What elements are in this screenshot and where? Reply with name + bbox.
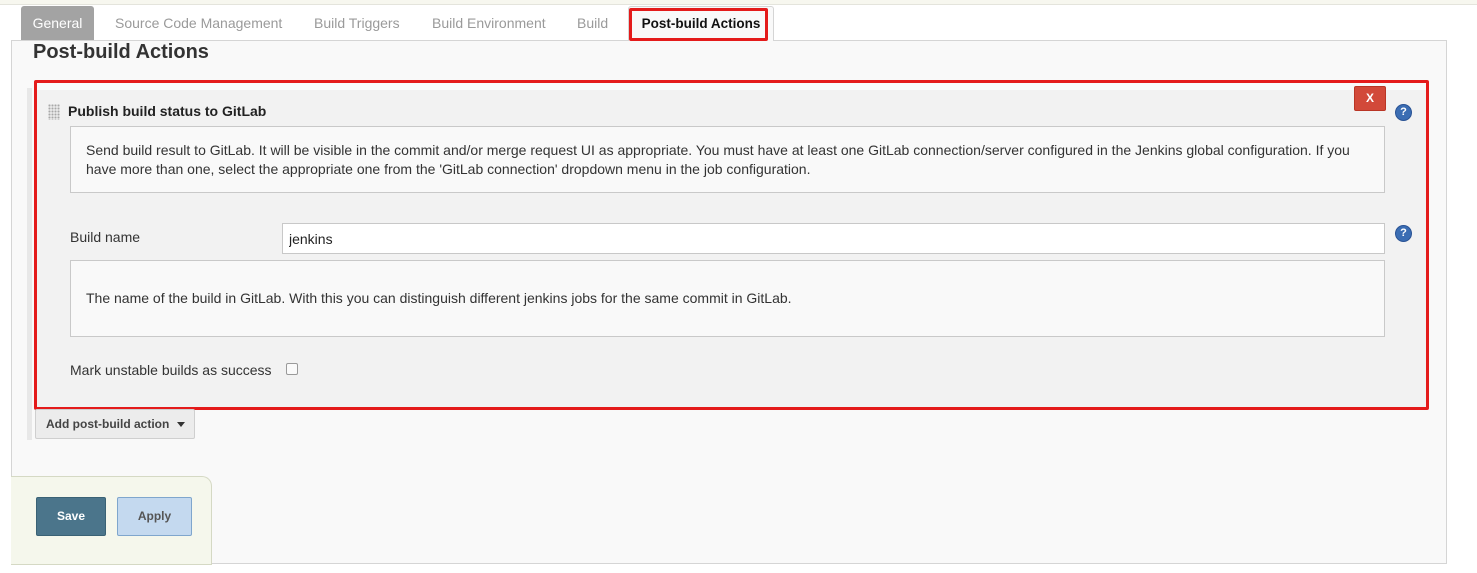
section-left-rule — [27, 88, 32, 440]
publisher-help-text: Send build result to GitLab. It will be … — [70, 126, 1385, 193]
tab-build[interactable]: Build — [577, 6, 608, 40]
publisher-title: Publish build status to GitLab — [68, 103, 267, 119]
tab-build-triggers[interactable]: Build Triggers — [314, 6, 400, 40]
section-title: Post-build Actions — [33, 41, 209, 63]
delete-publisher-button[interactable]: X — [1354, 86, 1386, 111]
build-name-input[interactable] — [282, 223, 1385, 254]
tab-general[interactable]: General — [21, 6, 94, 40]
help-icon[interactable]: ? — [1395, 104, 1412, 121]
build-name-label: Build name — [70, 229, 141, 245]
tab-highlight-annotation — [629, 8, 768, 41]
drag-handle-icon[interactable] — [48, 104, 60, 120]
add-post-build-action-button[interactable]: Add post-build action — [35, 409, 195, 439]
mark-unstable-checkbox[interactable] — [286, 363, 298, 375]
tab-build-environment[interactable]: Build Environment — [432, 6, 546, 40]
save-button[interactable]: Save — [36, 497, 106, 536]
add-post-build-action-label: Add post-build action — [46, 417, 170, 431]
mark-unstable-label: Mark unstable builds as success — [70, 362, 272, 378]
apply-button[interactable]: Apply — [117, 497, 192, 536]
tab-source-code-management[interactable]: Source Code Management — [115, 6, 282, 40]
top-strip — [0, 0, 1477, 5]
build-name-help-text: The name of the build in GitLab. With th… — [70, 260, 1385, 337]
caret-down-icon — [177, 422, 185, 427]
build-name-help-icon[interactable]: ? — [1395, 225, 1412, 242]
